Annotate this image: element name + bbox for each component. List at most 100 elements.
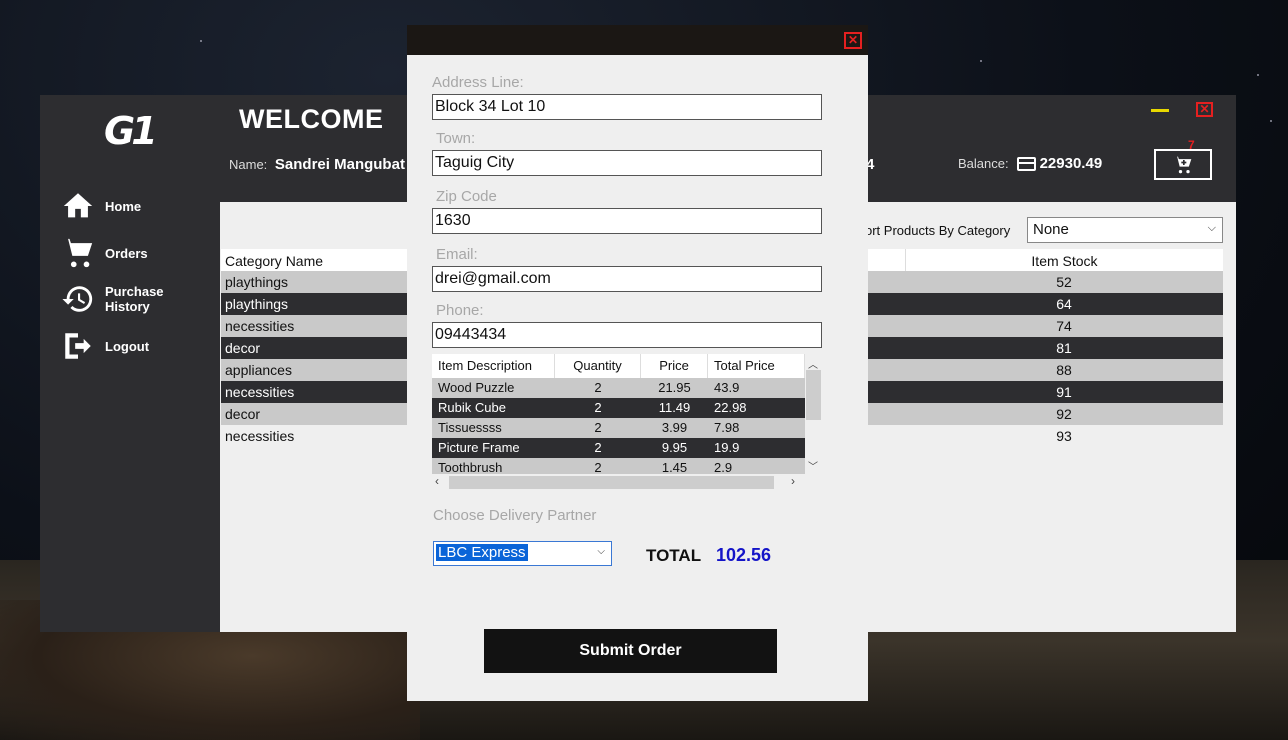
cell-quantity: 2 [594, 420, 602, 435]
cell-stock: 64 [1056, 296, 1072, 312]
sidebar-item-label: Orders [105, 245, 148, 261]
cell-stock: 74 [1056, 318, 1072, 334]
total-label: TOTAL [646, 546, 702, 565]
scroll-thumb[interactable] [449, 476, 774, 489]
sort-label: ort Products By Category [865, 223, 1011, 238]
cell-total-price: 43.9 [714, 380, 740, 395]
user-name: Sandrei Mangubat [274, 156, 405, 173]
delivery-partner-select[interactable]: LBC Express ⌵ [433, 541, 612, 566]
cart-plus-icon [1173, 156, 1192, 173]
cell-price: 9.95 [661, 440, 688, 455]
cell-stock: 93 [1056, 428, 1072, 444]
cell-price: 11.49 [658, 400, 691, 415]
address-field[interactable] [432, 94, 822, 120]
cart-icon [60, 235, 96, 271]
column-header-quantity[interactable]: Quantity [555, 354, 641, 378]
sidebar-item-home[interactable]: Home [60, 188, 141, 224]
cell-description: Wood Puzzle [438, 380, 515, 395]
star [1270, 120, 1272, 122]
town-label: Town: [436, 130, 476, 147]
cell-total-price: 19.9 [714, 440, 740, 455]
cell-description: Picture Frame [438, 440, 520, 455]
email-label: Email: [436, 246, 478, 263]
delivery-selected-value: LBC Express [436, 544, 528, 561]
close-dialog-button[interactable]: ✕ [844, 32, 862, 49]
table-row[interactable]: Picture Frame 2 9.95 19.9 [432, 438, 822, 458]
scroll-thumb[interactable] [806, 370, 821, 420]
column-header-description[interactable]: Item Description [432, 354, 555, 378]
cell-quantity: 2 [594, 380, 602, 395]
column-header-total-price[interactable]: Total Price [708, 354, 805, 378]
minimize-button[interactable] [1151, 109, 1169, 112]
horizontal-scrollbar[interactable]: ‹ › [432, 474, 805, 491]
sidebar-item-label: Logout [105, 338, 150, 354]
cell-description: Tissuessss [438, 420, 502, 435]
user-name-row: Name: Sandrei Mangubat [229, 156, 405, 173]
balance-value: 22930.49 [1039, 155, 1103, 172]
chevron-down-icon: ⌵ [1207, 222, 1216, 234]
sidebar-item-orders[interactable]: Orders [60, 235, 148, 271]
vertical-scrollbar[interactable]: ︿ ﹀ [805, 354, 822, 474]
credit-card-icon [1016, 156, 1036, 171]
cell-stock: 81 [1056, 340, 1072, 356]
sidebar-item-purchase-history[interactable]: Purchase History [60, 281, 175, 317]
scroll-left-icon[interactable]: ‹ [435, 474, 439, 488]
cell-stock: 88 [1056, 362, 1072, 378]
dialog-titlebar[interactable] [407, 25, 868, 55]
sidebar-item-label: Purchase History [105, 284, 164, 314]
scroll-up-icon[interactable]: ︿ [808, 356, 818, 371]
column-header-stock[interactable]: Item Stock [905, 249, 1223, 271]
balance-label: Balance: [958, 156, 1009, 171]
welcome-heading: WELCOME [239, 104, 384, 134]
balance-display: Balance: 22930.49 [958, 155, 1102, 172]
brand-logo: G1 [104, 109, 158, 153]
sort-category-select[interactable]: None ⌵ [1027, 217, 1223, 243]
cell-price: 21.95 [658, 380, 691, 395]
total-value: 102.56 [716, 545, 772, 565]
logout-icon [60, 328, 96, 364]
chevron-down-icon: ⌵ [597, 546, 605, 557]
cell-quantity: 2 [594, 460, 602, 474]
table-row[interactable]: Toothbrush 2 1.45 2.9 [432, 458, 822, 474]
cell-total-price: 7.98 [714, 420, 740, 435]
table-row[interactable]: Rubik Cube 2 11.49 22.98 [432, 398, 822, 418]
submit-order-button[interactable]: Submit Order [484, 629, 777, 673]
history-icon [60, 281, 96, 317]
cell-price: 3.99 [661, 420, 688, 435]
scroll-right-icon[interactable]: › [791, 474, 795, 488]
address-label: Address Line: [432, 74, 524, 91]
cart-button[interactable] [1154, 149, 1212, 180]
zip-label: Zip Code [436, 188, 497, 205]
close-window-button[interactable]: ✕ [1196, 102, 1213, 117]
email-field[interactable] [432, 266, 822, 292]
table-header: Item Description Quantity Price Total Pr… [432, 354, 822, 378]
cell-stock: 91 [1056, 384, 1072, 400]
home-icon [60, 188, 96, 224]
cell-quantity: 2 [594, 440, 602, 455]
delivery-label: Choose Delivery Partner [433, 507, 597, 524]
sort-selected-value: None [1033, 221, 1069, 238]
scroll-down-icon[interactable]: ﹀ [808, 458, 818, 473]
cell-price: 1.45 [661, 460, 688, 474]
cell-description: Toothbrush [438, 460, 503, 474]
table-row[interactable]: Wood Puzzle 2 21.95 43.9 [432, 378, 822, 398]
cell-description: Rubik Cube [438, 400, 506, 415]
sidebar-item-label: Home [105, 198, 142, 214]
cell-total-price: 2.9 [714, 460, 733, 474]
table-row[interactable]: Tissuessss 2 3.99 7.98 [432, 418, 822, 438]
phone-label: Phone: [436, 302, 484, 319]
cell-total-price: 22.98 [714, 400, 747, 415]
checkout-dialog: ✕ Address Line: Town: Zip Code Email: Ph… [407, 25, 868, 701]
sidebar-item-logout[interactable]: Logout [60, 328, 149, 364]
order-items-table: Item Description Quantity Price Total Pr… [432, 354, 822, 494]
town-field[interactable] [432, 150, 822, 176]
name-label: Name: [229, 157, 268, 172]
cell-stock: 52 [1056, 274, 1072, 290]
sidebar: G1 Home Orders Purchase History Logout [40, 95, 220, 632]
cell-quantity: 2 [594, 400, 602, 415]
column-header-price[interactable]: Price [641, 354, 708, 378]
cell-stock: 92 [1056, 406, 1072, 422]
star [980, 60, 982, 62]
zip-field[interactable] [432, 208, 822, 234]
phone-field[interactable] [432, 322, 822, 348]
